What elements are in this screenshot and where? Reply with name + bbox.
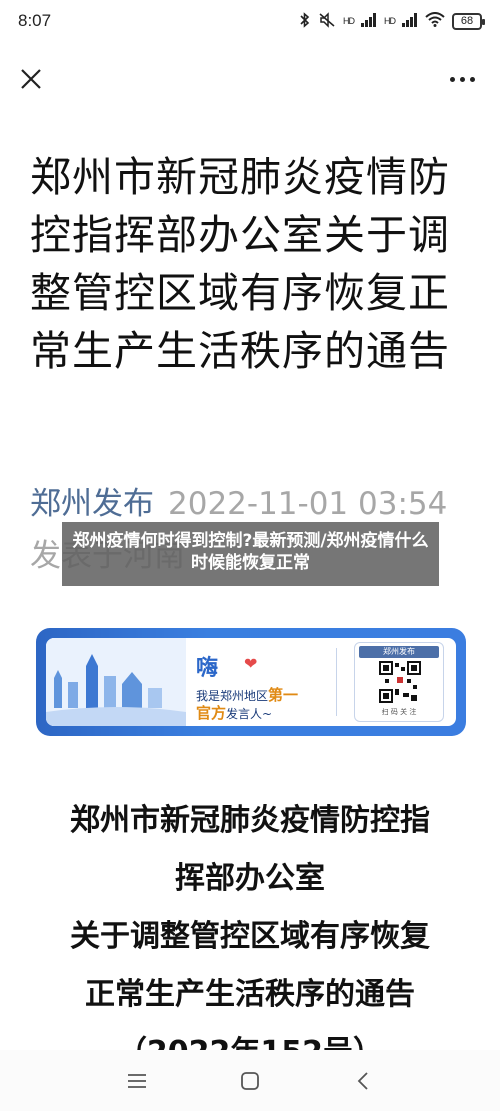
- home-button[interactable]: [230, 1061, 270, 1101]
- system-nav-bar: [0, 1050, 500, 1111]
- notice-heading-line: 挥部办公室: [175, 861, 325, 896]
- more-icon-dot: [469, 76, 475, 82]
- top-bar: [0, 50, 500, 110]
- signal-icon: [361, 12, 377, 30]
- menu-button[interactable]: [117, 1061, 157, 1101]
- caption-overlay: 郑州疫情何时得到控制?最新预测/郑州疫情什么时候能恢复正常: [62, 522, 439, 586]
- close-button[interactable]: [14, 62, 48, 96]
- banner-line-2-highlight: 官方: [196, 704, 227, 722]
- banner-card: 嗨 ❤ 我是郑州地区第一 官方发言人~ 郑州发布 扫 码 关 注: [46, 638, 456, 726]
- author-link[interactable]: 郑州发布: [30, 486, 154, 522]
- more-button[interactable]: [442, 62, 482, 96]
- mute-icon: [318, 11, 336, 31]
- banner-greeting: 嗨: [196, 656, 219, 681]
- status-time: 8:07: [18, 11, 52, 30]
- notice-heading-line: 郑州市新冠肺炎疫情防控指: [70, 803, 430, 838]
- notice-heading-line: 正常生产生活秩序的通告: [85, 977, 415, 1012]
- more-icon-dot: [459, 76, 465, 82]
- status-bar: 8:07 HD HD 68: [0, 0, 500, 42]
- article-title: 郑州市新冠肺炎疫情防控指挥部办公室关于调整管控区域有序恢复正常生产生活秩序的通告: [30, 153, 450, 375]
- banner-line-2: 官方发言人~: [196, 702, 272, 723]
- qr-card[interactable]: 郑州发布 扫 码 关 注: [354, 642, 444, 722]
- status-icons: HD HD 68: [299, 11, 485, 31]
- heart-icon: ❤: [244, 654, 258, 673]
- home-icon: [241, 1071, 259, 1090]
- qr-header: 郑州发布: [359, 646, 439, 658]
- publish-date: 2022-11-01 03:54: [168, 486, 448, 522]
- bluetooth-icon: [299, 11, 311, 31]
- battery-icon: 68: [452, 12, 485, 30]
- close-icon: [21, 69, 41, 89]
- qr-caption: 扫 码 关 注: [381, 708, 417, 716]
- network-label-2: HD: [384, 15, 396, 26]
- qr-code-icon: [379, 661, 421, 703]
- banner-line-1-text: 我是郑州地区: [196, 689, 269, 703]
- network-label-1: HD: [343, 15, 355, 26]
- banner-line-1-highlight: 第一: [268, 686, 299, 704]
- skyline-illustration: [46, 638, 186, 726]
- notice-heading: 郑州市新冠肺炎疫情防控指 挥部办公室 关于调整管控区域有序恢复 正常生产生活秩序…: [30, 792, 470, 1050]
- banner-divider: [336, 648, 337, 716]
- notice-heading-line: 关于调整管控区域有序恢复: [70, 919, 430, 954]
- notice-heading-line: （2022年152号）: [30, 1024, 470, 1050]
- menu-icon: [127, 1073, 146, 1088]
- back-button[interactable]: [343, 1061, 383, 1101]
- more-icon: [449, 76, 455, 82]
- signal-icon: [402, 12, 418, 30]
- banner-line-2-text: 发言人~: [226, 707, 273, 721]
- follow-banner[interactable]: 嗨 ❤ 我是郑州地区第一 官方发言人~ 郑州发布 扫 码 关 注: [36, 628, 466, 736]
- wifi-icon: [425, 12, 445, 30]
- back-icon: [358, 1071, 368, 1090]
